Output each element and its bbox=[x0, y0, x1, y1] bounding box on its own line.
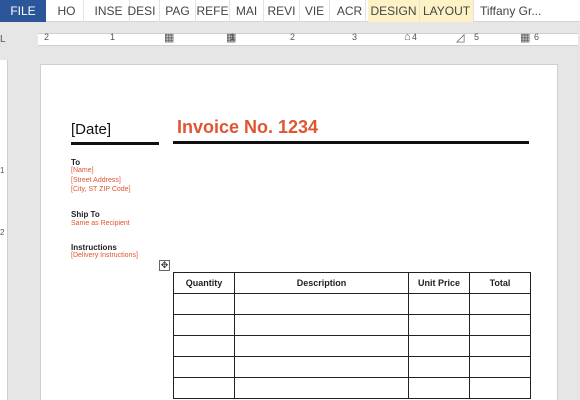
table-cell[interactable] bbox=[173, 335, 235, 357]
tab-acrobat[interactable]: ACR bbox=[334, 0, 366, 22]
table-cell[interactable] bbox=[469, 293, 531, 315]
to-label: To bbox=[71, 158, 81, 167]
ruler-number: 2 bbox=[290, 32, 296, 42]
tab-review[interactable]: REVI bbox=[264, 0, 300, 22]
column-header-total[interactable]: Total bbox=[469, 272, 531, 294]
tab-stop-marker[interactable]: ◿ bbox=[456, 31, 464, 44]
date-underline bbox=[71, 142, 159, 145]
tab-view[interactable]: VIE bbox=[300, 0, 330, 22]
table-cell[interactable] bbox=[408, 314, 470, 336]
table-row bbox=[173, 293, 531, 315]
ruler-number: 4 bbox=[412, 32, 418, 42]
column-header-quantity[interactable]: Quantity bbox=[173, 272, 235, 294]
table-cell[interactable] bbox=[469, 377, 531, 399]
horizontal-ruler: 2 1 1 2 3 4 5 6 bbox=[0, 30, 580, 50]
ruler-number: 3 bbox=[352, 32, 358, 42]
tab-file[interactable]: FILE bbox=[0, 0, 46, 22]
column-marker[interactable]: ▦ bbox=[520, 31, 530, 44]
ribbon-tab-bar: FILE HO INSE DESI PAG REFE MAI REVI VIE … bbox=[0, 0, 580, 22]
column-header-unit-price[interactable]: Unit Price bbox=[408, 272, 470, 294]
table-row bbox=[173, 335, 531, 357]
table-cell[interactable] bbox=[408, 356, 470, 378]
ruler-number: 6 bbox=[534, 32, 540, 42]
column-header-description[interactable]: Description bbox=[234, 272, 409, 294]
table-header-row: Quantity Description Unit Price Total bbox=[173, 272, 531, 294]
table-cell[interactable] bbox=[469, 314, 531, 336]
tab-mailings[interactable]: MAI bbox=[230, 0, 264, 22]
table-cell[interactable] bbox=[408, 335, 470, 357]
table-cell[interactable] bbox=[173, 377, 235, 399]
table-row bbox=[173, 314, 531, 336]
invoice-title[interactable]: Invoice No. 1234 bbox=[177, 117, 318, 138]
ship-to-field[interactable]: Same as Recipient bbox=[71, 220, 130, 227]
tab-design[interactable]: DESI bbox=[124, 0, 160, 22]
street-address-field[interactable]: [Street Address] bbox=[71, 177, 121, 184]
table-move-handle-icon[interactable]: ✥ bbox=[159, 260, 170, 271]
table-row bbox=[173, 377, 531, 399]
table-cell[interactable] bbox=[469, 356, 531, 378]
ruler-number: 2 bbox=[44, 32, 50, 42]
city-state-zip-field[interactable]: [City, ST ZIP Code] bbox=[71, 186, 131, 193]
ship-to-label: Ship To bbox=[71, 210, 100, 219]
invoice-title-underline bbox=[173, 141, 529, 144]
table-cell[interactable] bbox=[173, 293, 235, 315]
recipient-name-field[interactable]: [Name] bbox=[71, 167, 94, 174]
tab-references[interactable]: REFE bbox=[196, 0, 230, 22]
instructions-label: Instructions bbox=[71, 243, 117, 252]
user-account-name[interactable]: Tiffany Gr... bbox=[480, 0, 541, 22]
table-cell[interactable] bbox=[408, 377, 470, 399]
table-cell[interactable] bbox=[234, 314, 409, 336]
tab-table-design[interactable]: DESIGN bbox=[368, 0, 420, 22]
tab-home[interactable]: HO bbox=[50, 0, 84, 22]
table-cell[interactable] bbox=[173, 314, 235, 336]
vertical-ruler-number: 1 bbox=[0, 166, 5, 175]
tab-page-layout[interactable]: PAG bbox=[160, 0, 196, 22]
vertical-ruler-number: 2 bbox=[0, 228, 5, 237]
column-marker[interactable]: ▦ bbox=[226, 31, 236, 44]
ruler-strip bbox=[38, 33, 578, 46]
indent-marker[interactable]: ⌂ bbox=[404, 31, 411, 43]
table-cell[interactable] bbox=[234, 335, 409, 357]
table-cell[interactable] bbox=[469, 335, 531, 357]
document-page[interactable]: [Date] Invoice No. 1234 To [Name] [Stree… bbox=[40, 64, 558, 400]
table-body bbox=[173, 293, 531, 399]
column-marker[interactable]: ▦ bbox=[164, 31, 174, 44]
tab-table-layout[interactable]: LAYOUT bbox=[420, 0, 474, 22]
ruler-number: 5 bbox=[474, 32, 480, 42]
table-row bbox=[173, 356, 531, 378]
tab-selector-icon[interactable]: L bbox=[0, 34, 10, 46]
date-placeholder[interactable]: [Date] bbox=[71, 121, 111, 138]
table-cell[interactable] bbox=[234, 377, 409, 399]
table-cell[interactable] bbox=[234, 356, 409, 378]
invoice-items-table[interactable]: Quantity Description Unit Price Total bbox=[173, 272, 531, 399]
table-cell[interactable] bbox=[173, 356, 235, 378]
ruler-number: 1 bbox=[110, 32, 116, 42]
table-cell[interactable] bbox=[234, 293, 409, 315]
table-cell[interactable] bbox=[408, 293, 470, 315]
delivery-instructions-field[interactable]: [Delivery Instructions] bbox=[71, 252, 138, 259]
vertical-ruler: 1 2 bbox=[0, 60, 8, 400]
